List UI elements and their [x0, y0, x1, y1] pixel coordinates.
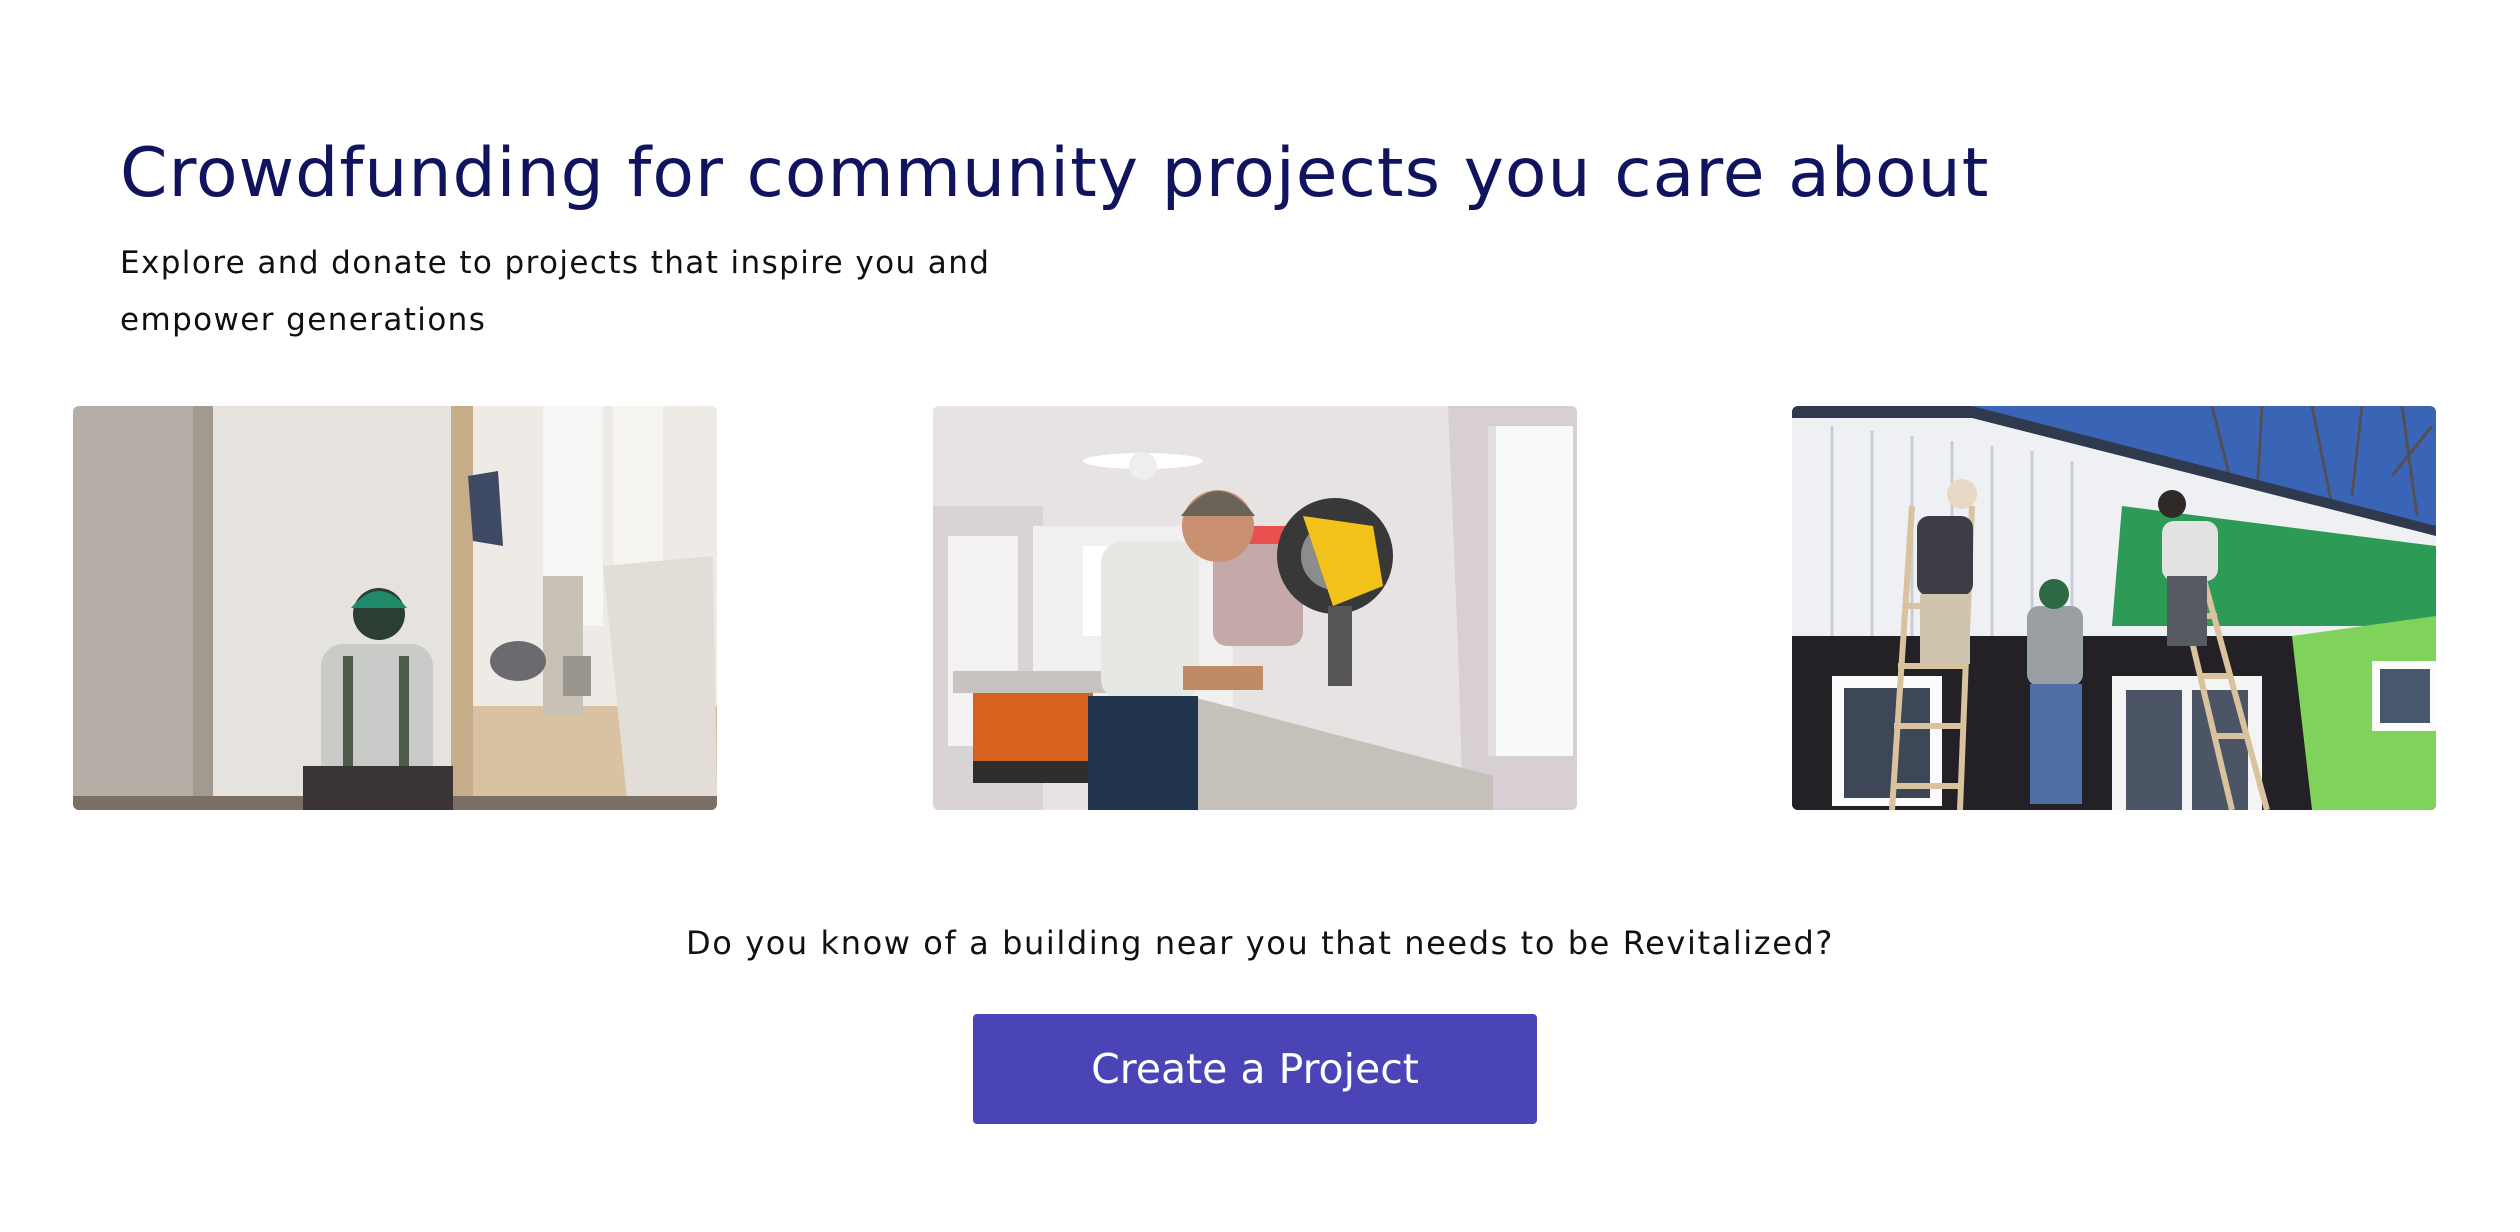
create-project-prompt: Do you know of a building near you that … [686, 924, 1834, 962]
create-project-button[interactable]: Create a Project [973, 1014, 1537, 1124]
drywall-worker-photo [73, 406, 717, 810]
miter-saw-workers-photo [933, 406, 1577, 810]
page-title: Crowdfunding for community projects you … [120, 134, 1990, 213]
ladder-siding-workers-photo [1792, 406, 2436, 810]
page-subtitle: Explore and donate to projects that insp… [120, 245, 991, 338]
